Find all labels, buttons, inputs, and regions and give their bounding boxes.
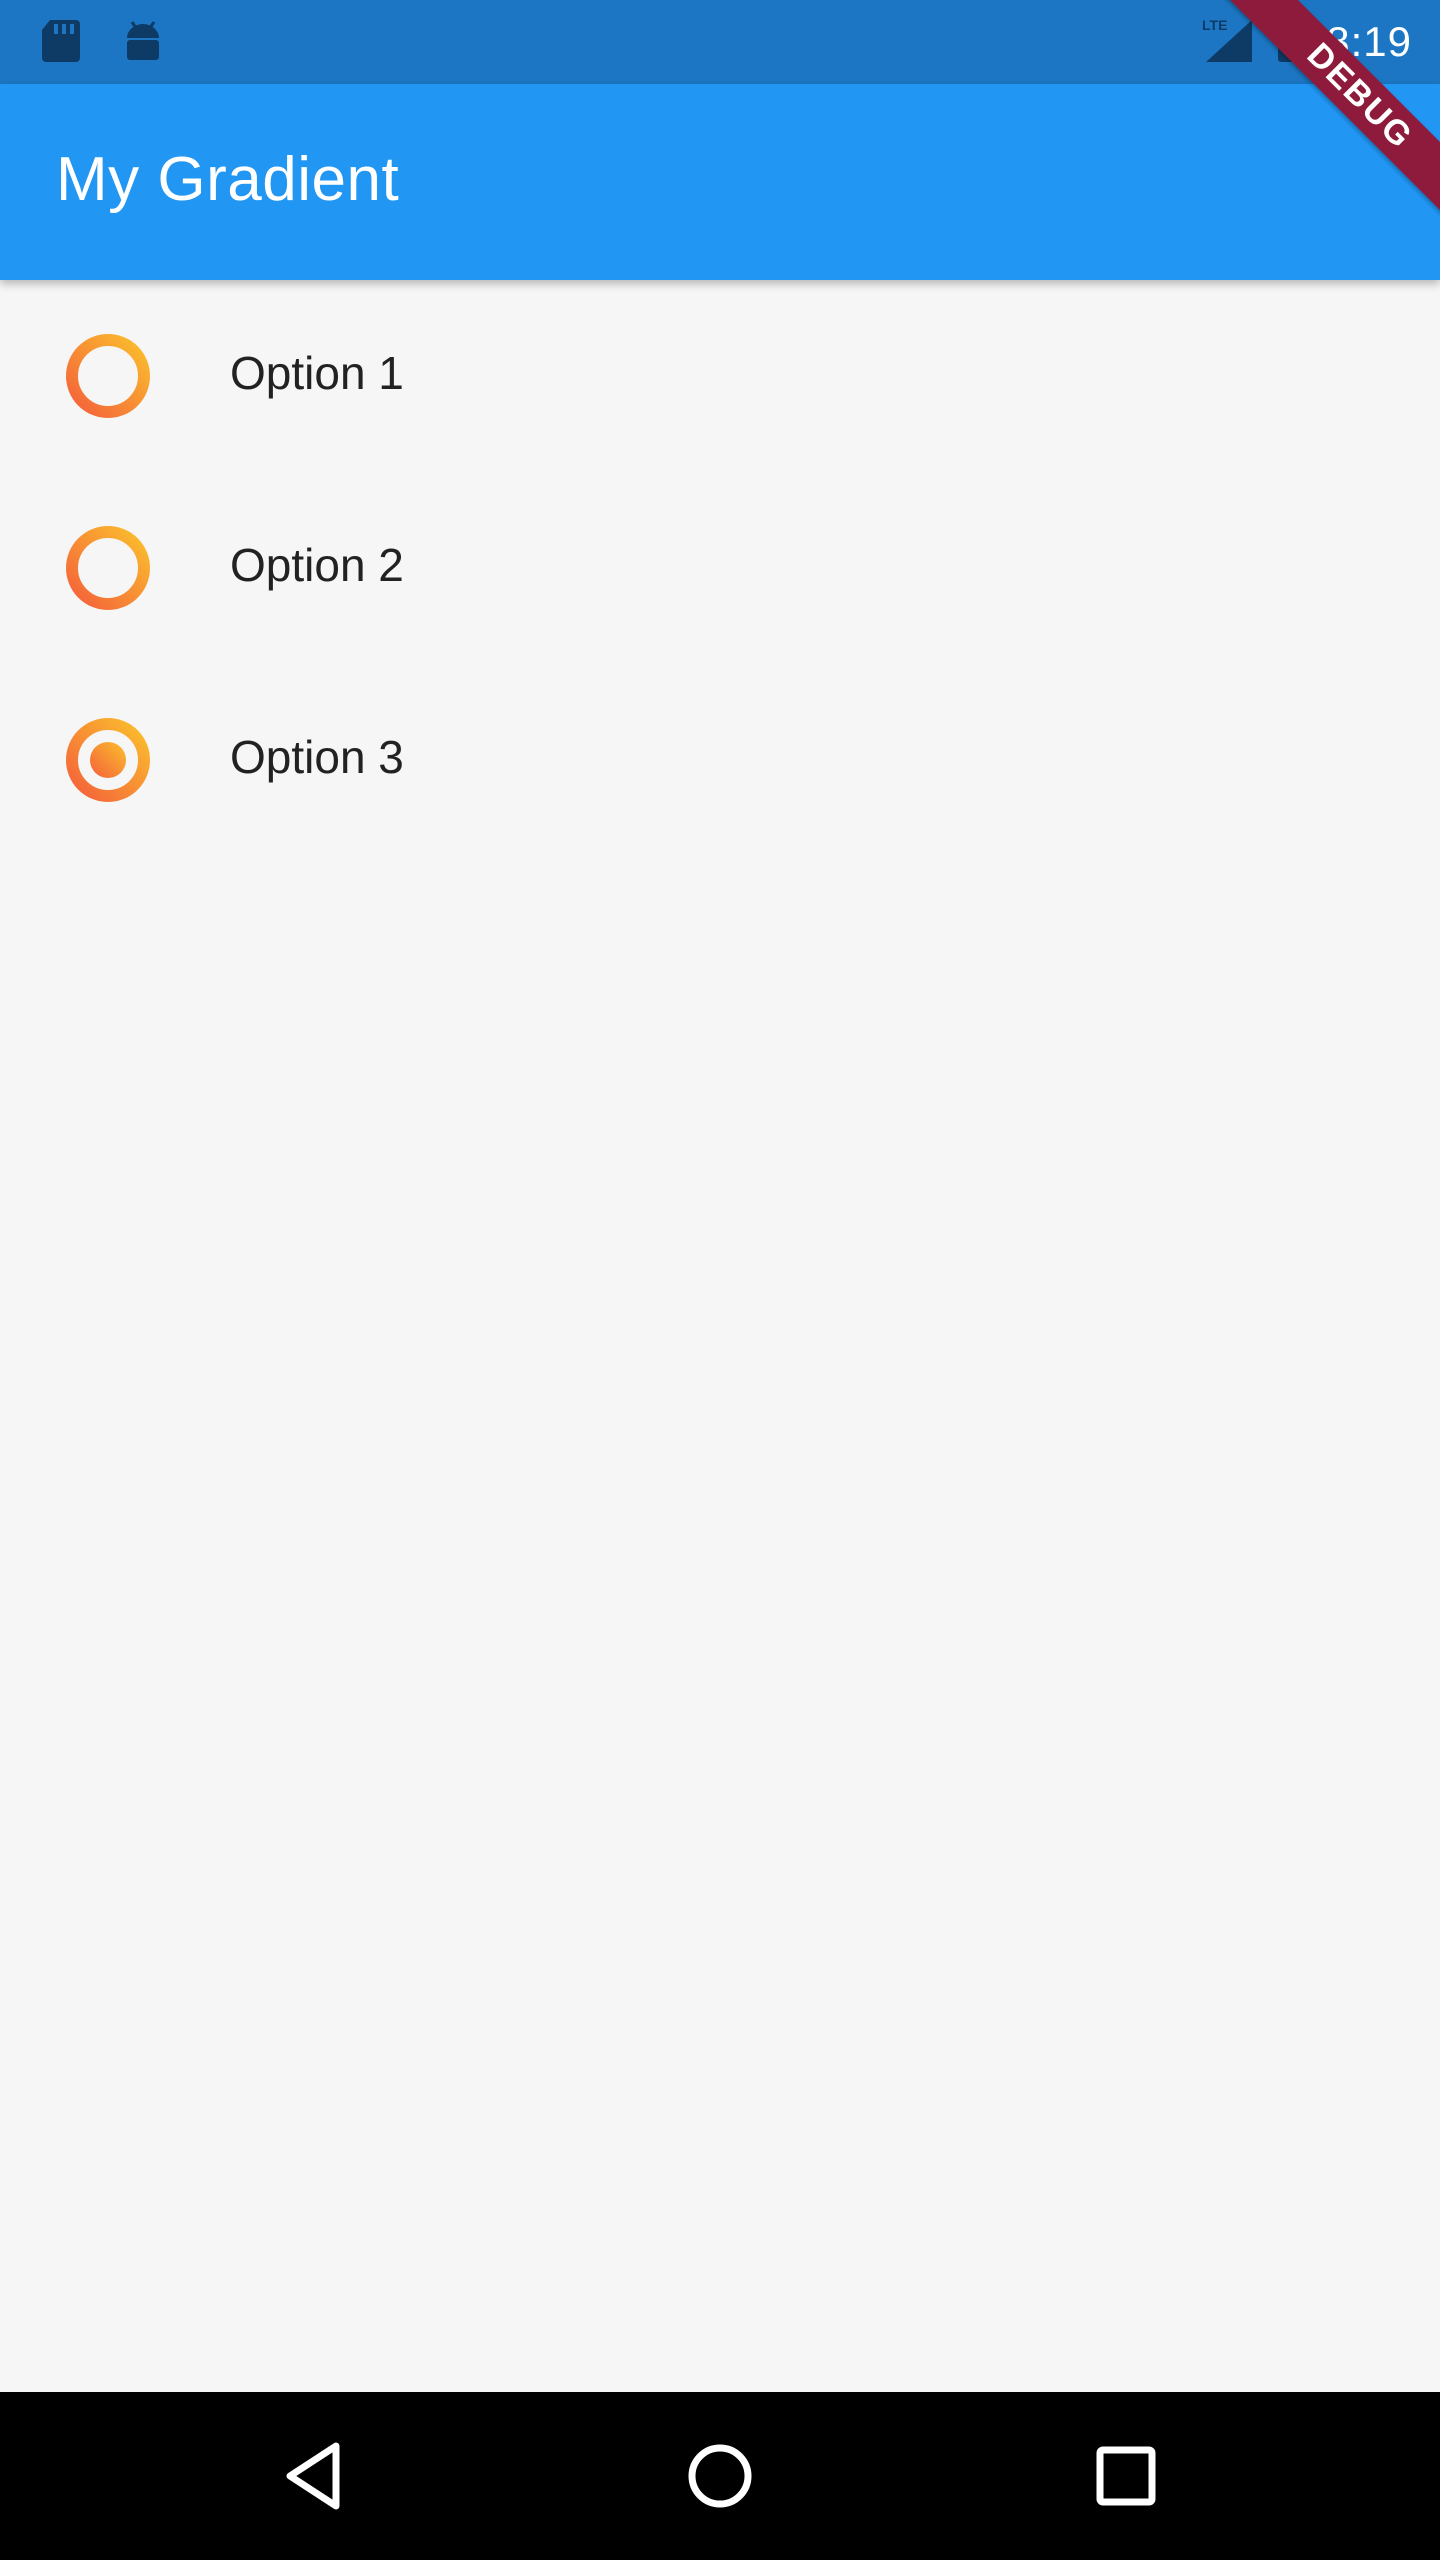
radio-list: Option 1 Option 2 Option 3 [0,280,1440,2392]
lte-signal-icon: LTE [1200,14,1256,69]
back-icon[interactable] [272,2432,360,2520]
recents-icon[interactable] [1082,2432,1170,2520]
radio-button-icon[interactable] [64,332,152,420]
navigation-bar [0,2392,1440,2560]
option-label: Option 1 [230,347,404,399]
android-icon [122,18,164,64]
radio-button-selected-icon[interactable] [64,716,152,804]
radio-option-2[interactable]: Option 2 [0,472,1440,664]
svg-text:LTE: LTE [1202,17,1227,33]
status-bar: LTE 8:19 [0,0,1440,84]
option-label: Option 3 [230,731,404,783]
app-bar: My Gradient [0,84,1440,280]
radio-option-3[interactable]: Option 3 [0,664,1440,856]
page-title: My Gradient [56,145,400,214]
screen: LTE 8:19 DEBUG My Gradient Option 1 Opti… [0,0,1440,2560]
sd-card-icon [40,18,82,64]
home-icon[interactable] [676,2432,764,2520]
option-label: Option 2 [230,539,404,591]
radio-button-icon[interactable] [64,524,152,612]
notification-icons [40,18,164,64]
radio-option-1[interactable]: Option 1 [0,280,1440,472]
